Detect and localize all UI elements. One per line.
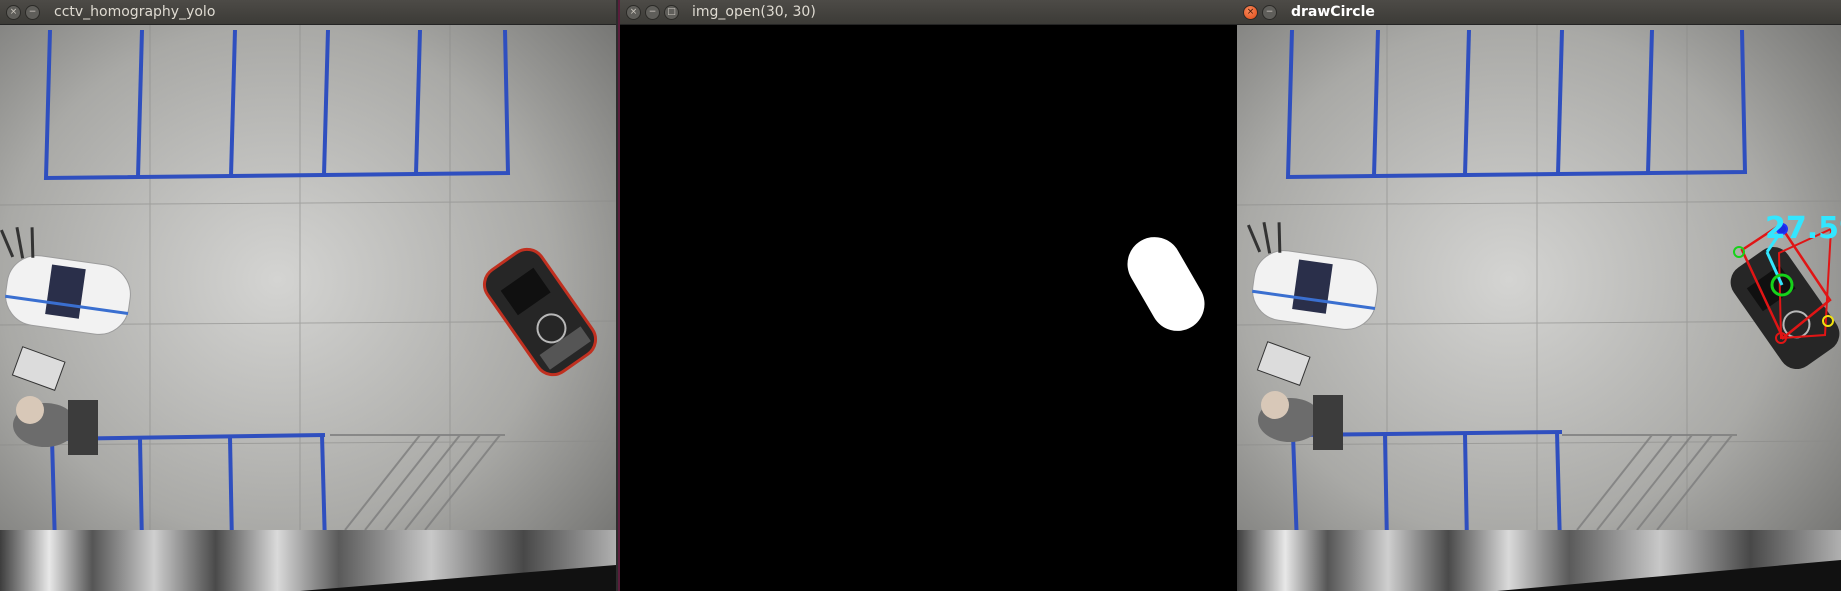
annotated-frame: 27.59 — [1237, 25, 1841, 591]
close-icon[interactable]: × — [6, 5, 21, 20]
cctv-frame — [0, 25, 616, 591]
angle-label: 27.59 — [1765, 211, 1841, 246]
mask-frame — [620, 25, 1233, 591]
close-icon[interactable]: × — [1243, 5, 1258, 20]
window-title: cctv_homography_yolo — [54, 4, 216, 20]
cctv-homography-window: × − cctv_homography_yolo — [0, 0, 616, 591]
maximize-icon[interactable]: □ — [664, 5, 679, 20]
minimize-icon[interactable]: − — [1262, 5, 1277, 20]
window-titlebar[interactable]: × − cctv_homography_yolo — [0, 0, 616, 25]
annotated-view: 27.59 — [1237, 25, 1841, 591]
window-title: drawCircle — [1291, 4, 1375, 20]
minimize-icon[interactable]: − — [25, 5, 40, 20]
binary-mask-view — [620, 25, 1237, 591]
close-icon[interactable]: × — [626, 5, 641, 20]
draw-circle-window: × − drawCircle 27.5 — [1237, 0, 1841, 591]
minimize-icon[interactable]: − — [645, 5, 660, 20]
window-titlebar[interactable]: × − □ img_open(30, 30) — [620, 0, 1237, 25]
img-open-window: × − □ img_open(30, 30) — [618, 0, 1239, 591]
window-title: img_open(30, 30) — [692, 4, 816, 20]
camera-view — [0, 25, 616, 591]
window-titlebar[interactable]: × − drawCircle — [1237, 0, 1841, 25]
